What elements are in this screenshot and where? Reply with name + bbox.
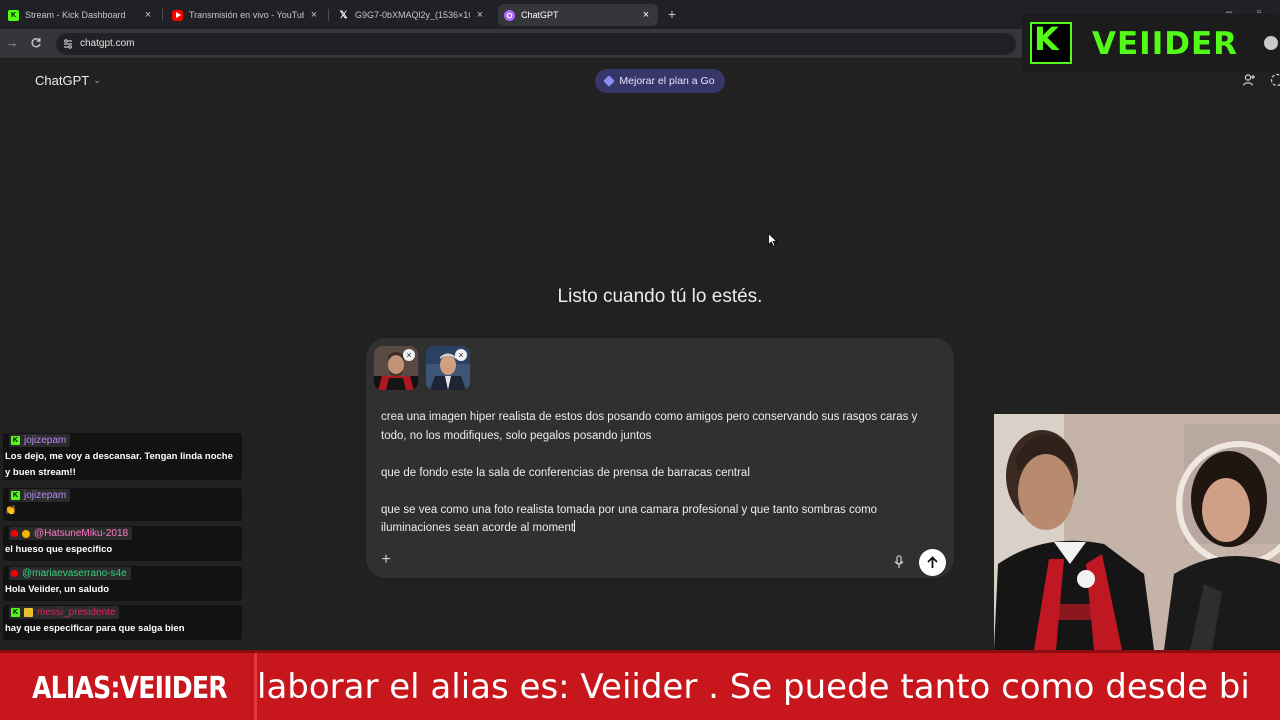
kick-badge-icon: K [11,608,20,617]
chat-username: @HatsuneMiku-2018 [34,528,129,539]
prompt-paragraph: crea una imagen hiper realista de estos … [381,411,918,442]
close-icon[interactable]: × [142,9,154,21]
kick-logo-letter: K [1034,20,1059,58]
close-icon[interactable]: × [474,9,486,21]
stream-chat-message: K jojizepam 👏 [3,488,242,521]
chat-username-tag: @mariaevaserrano-s4e [9,567,131,580]
alias-label: ALIAS:VEIIDER [32,671,228,706]
chat-message-text: hay que especificar para que salga bien [5,623,185,634]
attachment-thumbnail[interactable]: × [426,346,470,390]
prompt-paragraph: que de fondo este la sala de conferencia… [381,466,750,479]
stream-chat-message: @mariaevaserrano-s4e Hola Veiider, un sa… [3,566,242,601]
site-info-icon[interactable] [62,38,74,50]
chatgpt-icon [504,9,515,21]
hero-heading: Listo cuando tú lo estés. [557,286,763,307]
webcam-image [994,414,1280,650]
webcam-feed [994,414,1280,650]
youtube-badge-icon [11,530,18,537]
close-icon[interactable]: × [640,9,652,21]
microphone-icon[interactable] [893,555,905,569]
chevron-down-icon: ⌄ [93,75,101,85]
chat-username: jojizepam [24,435,67,446]
chat-message-text: Hola Veiider, un saludo [5,584,109,595]
kick-icon: K [8,9,19,21]
chat-username: @mariaevaserrano-s4e [22,568,127,579]
reload-icon[interactable] [28,35,44,51]
tab-label: ChatGPT [521,10,559,20]
chat-username-tag: K messi_presidente [9,606,120,619]
tab-image-x[interactable]: 𝕏 G9G7-0bXMAQl2y_(1536×102 × [332,4,492,26]
upgrade-label: Mejorar el plan a Go [619,75,715,87]
chat-username: jojizepam [24,490,67,501]
kick-badge-icon: K [11,491,20,500]
tab-kick-dashboard[interactable]: K Stream - Kick Dashboard × [2,4,160,26]
url-text: chatgpt.com [80,38,135,49]
chat-username-tag: K jojizepam [9,489,71,502]
kick-channel-logo: K VEIIDER [1022,14,1280,72]
remove-attachment-icon[interactable]: × [455,349,467,361]
screen: K Stream - Kick Dashboard × Transmisión … [0,0,1280,720]
prompt-textarea[interactable]: crea una imagen hiper realista de estos … [381,408,946,538]
tab-label: Stream - Kick Dashboard [25,10,126,20]
prompt-paragraph: que se vea como una foto realista tomada… [381,503,878,535]
tab-label: G9G7-0bXMAQl2y_(1536×102 [355,10,470,20]
upgrade-plan-button[interactable]: Mejorar el plan a Go [595,69,725,93]
new-tab-button[interactable]: + [664,6,680,22]
tab-chatgpt[interactable]: ChatGPT × [498,4,658,26]
member-badge-icon [22,529,30,538]
chat-username-tag: @HatsuneMiku-2018 [9,527,133,540]
stream-chat-message: K messi_presidente hay que especificar p… [3,605,242,640]
attachment-thumbnail[interactable]: × [374,346,418,390]
add-person-icon[interactable] [1242,73,1256,87]
temporary-chat-icon[interactable] [1270,73,1280,87]
address-bar[interactable]: chatgpt.com [56,33,1016,55]
x-icon: 𝕏 [339,9,348,21]
kick-badge-icon: K [11,436,20,445]
ticker-text: laborar el alias es: Veiider . Se puede … [257,667,1250,707]
forward-arrow-icon[interactable]: → [4,35,20,51]
stream-chat-message: K jojizepam Los dejo, me voy a descansar… [3,433,242,480]
sparkle-icon [603,75,616,87]
youtube-icon [172,9,183,21]
crown-badge-icon [24,608,33,617]
close-icon[interactable]: × [308,9,320,21]
channel-name-logo: VEIIDER [1092,26,1239,62]
tab-divider [328,9,329,21]
prompt-composer[interactable]: × × crea una imagen hiper realista de es… [366,338,954,578]
text-caret [574,520,576,532]
arrow-up-icon [927,556,938,568]
stream-chat-message: @HatsuneMiku-2018 el hueso que especific… [3,526,242,561]
send-button[interactable] [919,549,946,576]
model-selector[interactable]: ChatGPT ⌄ [35,73,101,88]
alias-banner: ALIAS:VEIIDER laborar el alias es: Veiid… [0,650,1280,720]
chat-username: messi_presidente [37,607,116,618]
extension-icon[interactable] [1264,36,1278,50]
tab-divider [162,9,163,21]
remove-attachment-icon[interactable]: × [403,349,415,361]
tab-label: Transmisión en vivo - YouTube [189,10,304,20]
tab-youtube-live[interactable]: Transmisión en vivo - YouTube × [166,4,326,26]
youtube-badge-icon [11,570,18,577]
chat-emote: 👏 [5,505,17,515]
chat-message-text: Los dejo, me voy a descansar. Tengan lin… [5,451,233,478]
add-attachment-button[interactable]: + [378,552,394,568]
mouse-cursor-icon [768,233,778,247]
model-label: ChatGPT [35,73,90,88]
chat-username-tag: K jojizepam [9,434,71,447]
chat-message-text: el hueso que especifico [5,544,113,555]
